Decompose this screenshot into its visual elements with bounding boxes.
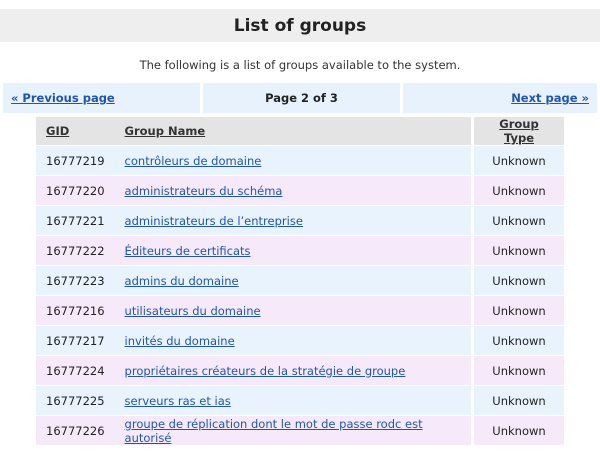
table-row: 16777225 serveurs ras et ias Unknown bbox=[36, 386, 564, 415]
group-type-cell: Unknown bbox=[471, 386, 564, 415]
group-name-cell: administrateurs du schéma bbox=[114, 176, 471, 205]
table-row: 16777224 propriétaires créateurs de la st… bbox=[36, 356, 564, 385]
pager-next-cell: Next page » bbox=[403, 83, 597, 113]
table-row: 16777219 contrôleurs de domaine Unknown bbox=[36, 146, 564, 175]
group-type-cell: Unknown bbox=[471, 266, 564, 295]
previous-page-link[interactable]: « Previous page bbox=[11, 91, 115, 105]
group-name-cell: propriétaires créateurs de la stratégie … bbox=[114, 356, 471, 385]
table-row: 16777221 administrateurs de l’entreprise U… bbox=[36, 206, 564, 235]
intro-text: The following is a list of groups availa… bbox=[139, 58, 461, 72]
group-name-link[interactable]: propriétaires créateurs de la stratégie … bbox=[125, 364, 406, 378]
gid-cell: 16777216 bbox=[36, 296, 115, 325]
groups-table-body: 16777219 contrôleurs de domaine Unknown 167… bbox=[36, 146, 564, 445]
group-name-cell: groupe de réplication dont le mot de pas… bbox=[114, 416, 471, 445]
group-name-cell: Éditeurs de certificats bbox=[114, 236, 471, 265]
group-name-link[interactable]: groupe de réplication dont le mot de pas… bbox=[125, 417, 423, 445]
name-column-header[interactable]: Group Name bbox=[114, 117, 471, 145]
group-type-cell: Unknown bbox=[471, 356, 564, 385]
table-row: 16777226 groupe de réplication dont le mo… bbox=[36, 416, 564, 445]
pager: « Previous page Page 2 of 3 Next page » bbox=[3, 83, 597, 113]
group-name-link[interactable]: contrôleurs de domaine bbox=[125, 154, 262, 168]
next-page-link[interactable]: Next page » bbox=[511, 91, 589, 105]
group-name-link[interactable]: admins du domaine bbox=[125, 274, 239, 288]
group-type-cell: Unknown bbox=[471, 236, 564, 265]
group-name-link[interactable]: administrateurs de l’entreprise bbox=[125, 214, 303, 228]
gid-cell: 16777224 bbox=[36, 356, 115, 385]
group-name-cell: invités du domaine bbox=[114, 326, 471, 355]
title-bar: List of groups bbox=[0, 9, 600, 42]
group-name-cell: administrateurs de l’entreprise bbox=[114, 206, 471, 235]
gid-column-header[interactable]: GID bbox=[36, 117, 115, 145]
gid-cell: 16777223 bbox=[36, 266, 115, 295]
group-name-link[interactable]: Éditeurs de certificats bbox=[125, 244, 251, 258]
table-row: 16777222 Éditeurs de certificats Unknown bbox=[36, 236, 564, 265]
group-name-link[interactable]: invités du domaine bbox=[125, 334, 235, 348]
group-name-cell: utilisateurs du domaine bbox=[114, 296, 471, 325]
type-column-header[interactable]: Group Type bbox=[471, 117, 564, 145]
gid-cell: 16777219 bbox=[36, 146, 115, 175]
gid-cell: 16777222 bbox=[36, 236, 115, 265]
pager-prev-cell: « Previous page bbox=[3, 83, 200, 113]
name-sort-link[interactable]: Group Name bbox=[125, 124, 206, 138]
table-row: 16777223 admins du domaine Unknown bbox=[36, 266, 564, 295]
groups-table: GID Group Name Group Type 16777219 contrô… bbox=[36, 116, 564, 446]
gid-cell: 16777225 bbox=[36, 386, 115, 415]
group-name-link[interactable]: utilisateurs du domaine bbox=[125, 304, 261, 318]
group-name-cell: serveurs ras et ias bbox=[114, 386, 471, 415]
table-row: 16777217 invités du domaine Unknown bbox=[36, 326, 564, 355]
group-type-cell: Unknown bbox=[471, 206, 564, 235]
table-row: 16777216 utilisateurs du domaine Unknown bbox=[36, 296, 564, 325]
group-name-cell: contrôleurs de domaine bbox=[114, 146, 471, 175]
page-title: List of groups bbox=[233, 15, 367, 36]
type-sort-link[interactable]: Group Type bbox=[499, 117, 538, 145]
group-name-link[interactable]: administrateurs du schéma bbox=[125, 184, 283, 198]
group-name-cell: admins du domaine bbox=[114, 266, 471, 295]
group-type-cell: Unknown bbox=[471, 296, 564, 325]
gid-sort-link[interactable]: GID bbox=[46, 124, 69, 138]
table-header-row: GID Group Name Group Type bbox=[36, 117, 564, 145]
group-name-link[interactable]: serveurs ras et ias bbox=[125, 394, 231, 408]
table-row: 16777220 administrateurs du schéma Unknown bbox=[36, 176, 564, 205]
group-type-cell: Unknown bbox=[471, 176, 564, 205]
group-type-cell: Unknown bbox=[471, 326, 564, 355]
gid-cell: 16777220 bbox=[36, 176, 115, 205]
gid-cell: 16777226 bbox=[36, 416, 115, 445]
gid-cell: 16777217 bbox=[36, 326, 115, 355]
page-status: Page 2 of 3 bbox=[203, 83, 400, 113]
gid-cell: 16777221 bbox=[36, 206, 115, 235]
group-type-cell: Unknown bbox=[471, 146, 564, 175]
group-type-cell: Unknown bbox=[471, 416, 564, 445]
